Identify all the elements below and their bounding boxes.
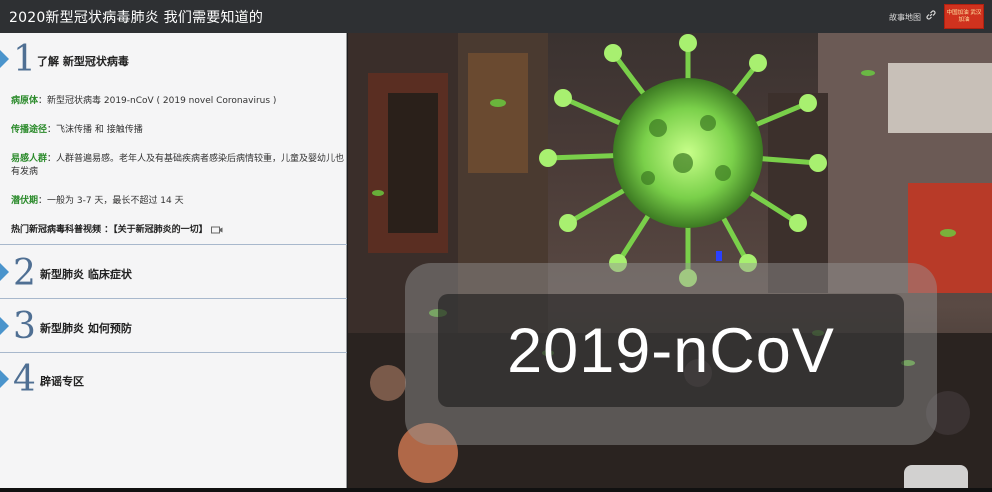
link-icon[interactable]	[925, 9, 937, 21]
pathogen-label: 病原体	[11, 96, 39, 106]
hero-media[interactable]: 2019-nCoV	[348, 33, 992, 488]
susceptible-label: 易感人群	[11, 154, 48, 164]
sidebar-section-3[interactable]: 3 新型肺炎 如何预防	[0, 299, 347, 352]
section-arrow-icon	[0, 263, 9, 281]
pathogen-line: 病原体：新型冠状病毒 2019-nCoV ( 2019 novel Corona…	[11, 95, 341, 108]
page-title: 2020新型冠状病毒肺炎 我们需要知道的	[9, 9, 264, 26]
sidebar-section-2[interactable]: 2 新型肺炎 临床症状	[0, 245, 347, 298]
bottom-strip	[0, 488, 992, 492]
top-bar: 2020新型冠状病毒肺炎 我们需要知道的 故事地图 中国加油 武汉加油	[0, 0, 992, 33]
video-link[interactable]: 热门新冠病毒科普视频 ：【关于新冠肺炎的一切】	[11, 225, 208, 235]
section-number: 2	[13, 253, 36, 294]
transmission-text: ：飞沫传播 和 接触传播	[47, 125, 143, 135]
overlay-title: 2019-nCoV	[438, 294, 904, 407]
section-arrow-icon	[0, 317, 9, 335]
video-line[interactable]: 热门新冠病毒科普视频 ：【关于新冠肺炎的一切】	[11, 224, 341, 237]
sidebar: 1 了解 新型冠状病毒 病原体：新型冠状病毒 2019-nCoV ( 2019 …	[0, 33, 347, 488]
section-title: 新型肺炎 如何预防	[40, 322, 132, 335]
play-button[interactable]	[904, 465, 968, 488]
logo-text: 中国加油 武汉加油	[946, 10, 982, 23]
virus-icon	[613, 78, 763, 228]
susceptible-line: 易感人群：人群普遍易感。老年人及有基础疾病者感染后病情较重，儿童及婴幼儿也有发病	[11, 153, 346, 179]
video-icon[interactable]	[210, 226, 223, 234]
section-title: 了解 新型冠状病毒	[37, 55, 129, 68]
section-title: 辟谣专区	[40, 375, 84, 388]
logo: 中国加油 武汉加油	[944, 4, 984, 29]
incubation-line: 潜伏期：一般为 3-7 天，最长不超过 14 天	[11, 195, 341, 208]
pathogen-text: ：新型冠状病毒 2019-nCoV ( 2019 novel Coronavir…	[38, 96, 277, 106]
susceptible-text: ：人群普遍易感。老年人及有基础疾病者感染后病情较重，儿童及婴幼儿也有发病	[11, 154, 345, 177]
transmission-label: 传播途径	[11, 125, 48, 135]
title-overlay: 2019-nCoV	[405, 263, 937, 445]
section-arrow-icon	[0, 370, 9, 388]
incubation-text: ：一般为 3-7 天，最长不超过 14 天	[38, 196, 184, 206]
section-number: 4	[13, 359, 36, 400]
section-title: 新型肺炎 临床症状	[40, 268, 132, 281]
story-map-link[interactable]: 故事地图	[889, 12, 921, 23]
section-number: 1	[13, 39, 36, 80]
incubation-label: 潜伏期	[11, 196, 39, 206]
transmission-line: 传播途径：飞沫传播 和 接触传播	[11, 124, 341, 137]
sidebar-section-4[interactable]: 4 辟谣专区	[0, 353, 347, 406]
section-arrow-icon	[0, 50, 9, 68]
section-number: 3	[13, 306, 36, 347]
